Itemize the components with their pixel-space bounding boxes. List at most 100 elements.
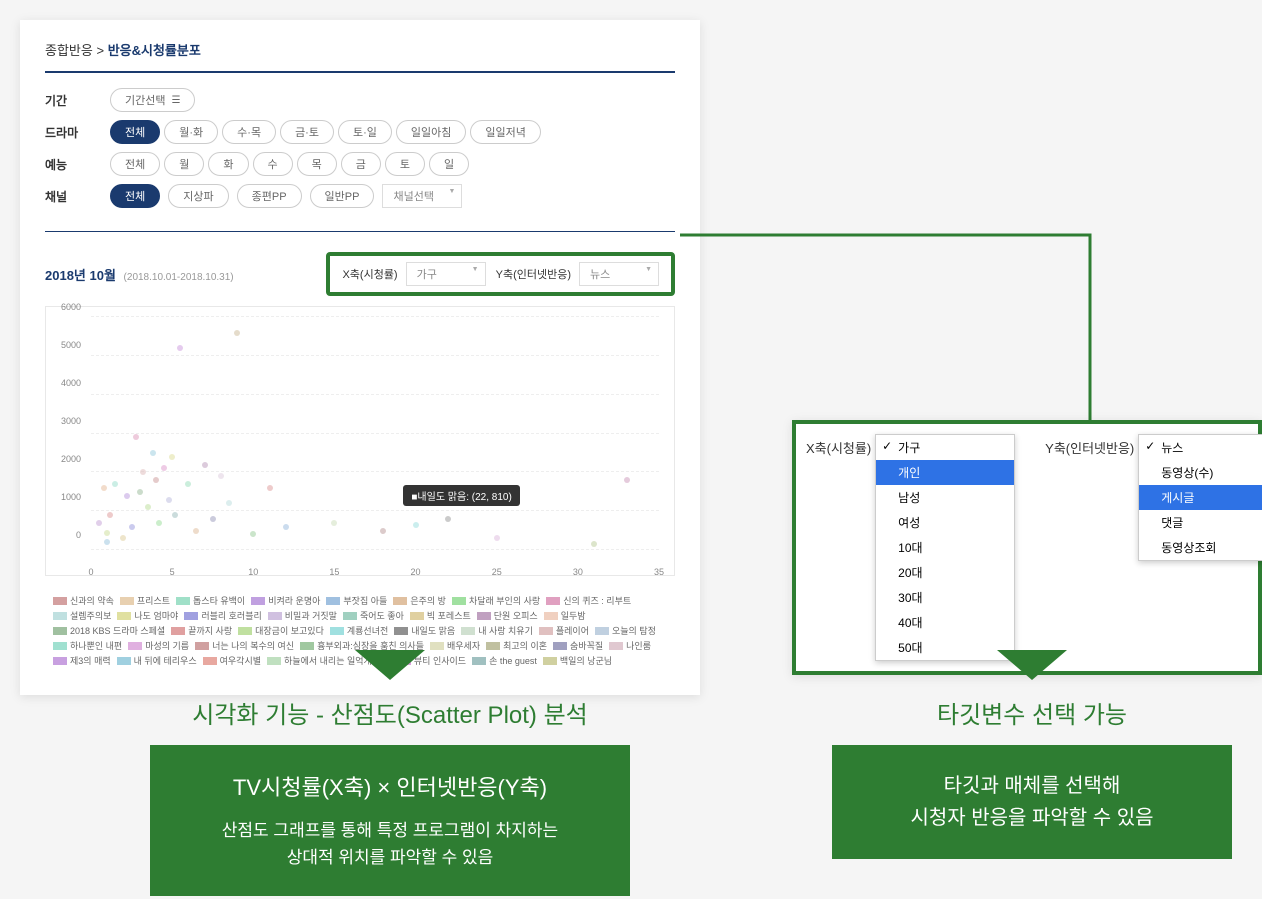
- filter-pill[interactable]: 월: [164, 152, 204, 176]
- filter-pill[interactable]: 종편PP: [237, 184, 302, 208]
- data-point[interactable]: [283, 524, 289, 530]
- filter-pill[interactable]: 일반PP: [310, 184, 375, 208]
- channel-label: 채널: [45, 188, 95, 205]
- dropdown-item[interactable]: 40대: [876, 610, 1014, 635]
- legend-item: 톱스타 유백이: [176, 594, 245, 607]
- filter-pill[interactable]: 일일저녁: [470, 120, 540, 144]
- filter-pill[interactable]: 전체: [110, 184, 160, 208]
- dropdown-item[interactable]: 30대: [876, 585, 1014, 610]
- filter-pill[interactable]: 토·일: [338, 120, 392, 144]
- legend-item: 부잣집 아들: [326, 594, 387, 607]
- dropdown-item[interactable]: 남성: [876, 485, 1014, 510]
- data-point[interactable]: [101, 485, 107, 491]
- data-point[interactable]: [234, 330, 240, 336]
- filter-pill[interactable]: 금: [341, 152, 381, 176]
- filter-pill[interactable]: 일: [429, 152, 469, 176]
- data-point[interactable]: [193, 528, 199, 534]
- data-point[interactable]: [137, 489, 143, 495]
- data-point[interactable]: [169, 454, 175, 460]
- filter-pill[interactable]: 수: [253, 152, 293, 176]
- filter-pill[interactable]: 월·화: [164, 120, 218, 144]
- legend-item: 죽어도 좋아: [343, 609, 404, 622]
- filter-pill[interactable]: 일일아침: [396, 120, 466, 144]
- data-point[interactable]: [218, 473, 224, 479]
- dropdown-expanded-panel: X축(시청률) 가구개인남성여성10대20대30대40대50대 Y축(인터넷반응…: [792, 420, 1262, 675]
- date-range: (2018.10.01-2018.10.31): [124, 272, 234, 283]
- filter-pill[interactable]: 화: [208, 152, 248, 176]
- variety-label: 예능: [45, 156, 95, 173]
- filter-pill[interactable]: 금·토: [280, 120, 334, 144]
- data-point[interactable]: [413, 522, 419, 528]
- data-point[interactable]: [107, 512, 113, 518]
- x-axis-select[interactable]: 가구: [406, 262, 486, 286]
- data-point[interactable]: [185, 481, 191, 487]
- data-point[interactable]: [166, 497, 172, 503]
- legend-item: 끝까지 사랑: [171, 624, 232, 637]
- data-point[interactable]: [250, 531, 256, 537]
- legend-item: 일두밤: [544, 609, 586, 622]
- data-point[interactable]: [202, 462, 208, 468]
- dropdown-item[interactable]: 게시글: [1139, 485, 1262, 510]
- legend-item: 내 사랑 치유기: [461, 624, 533, 637]
- legend-item: 프리스트: [120, 594, 170, 607]
- data-point[interactable]: [150, 450, 156, 456]
- filter-pill[interactable]: 목: [297, 152, 337, 176]
- data-point[interactable]: [104, 530, 110, 536]
- left-caption-box: TV시청률(X축) × 인터넷반응(Y축) 산점도 그래프를 통해 특정 프로그…: [150, 745, 630, 896]
- data-point[interactable]: [210, 516, 216, 522]
- legend-item: 대장금이 보고있다: [238, 624, 324, 637]
- dropdown-item[interactable]: 동영상(수): [1139, 460, 1262, 485]
- hamburger-icon: ☰: [171, 95, 180, 106]
- y-axis-select[interactable]: 뉴스: [579, 262, 659, 286]
- filter-pill[interactable]: 전체: [110, 152, 160, 176]
- data-point[interactable]: [331, 520, 337, 526]
- data-point[interactable]: [177, 345, 183, 351]
- data-point[interactable]: [145, 504, 151, 510]
- data-point[interactable]: [172, 512, 178, 518]
- x-dropdown-list[interactable]: 가구개인남성여성10대20대30대40대50대: [875, 434, 1015, 661]
- data-point[interactable]: [153, 477, 159, 483]
- dropdown-item[interactable]: 10대: [876, 535, 1014, 560]
- data-point[interactable]: [120, 535, 126, 541]
- right-caption-title: 타깃변수 선택 가능: [832, 695, 1232, 730]
- data-point[interactable]: [129, 524, 135, 530]
- data-point[interactable]: [133, 434, 139, 440]
- data-point[interactable]: [494, 535, 500, 541]
- dropdown-item[interactable]: 여성: [876, 510, 1014, 535]
- data-point[interactable]: [624, 477, 630, 483]
- data-point[interactable]: [380, 528, 386, 534]
- dropdown-item[interactable]: 뉴스: [1139, 435, 1262, 460]
- dropdown-item[interactable]: 댓글: [1139, 510, 1262, 535]
- data-point[interactable]: [112, 481, 118, 487]
- data-point[interactable]: [591, 541, 597, 547]
- dropdown-item[interactable]: 20대: [876, 560, 1014, 585]
- dropdown-item[interactable]: 동영상조회: [1139, 535, 1262, 560]
- legend-item: 설렘주의보: [53, 609, 111, 622]
- data-point[interactable]: [124, 493, 130, 499]
- breadcrumb: 종합반응 > 반응&시청률분포: [45, 40, 675, 73]
- data-point[interactable]: [104, 539, 110, 545]
- data-point[interactable]: [161, 465, 167, 471]
- breadcrumb-parent: 종합반응: [45, 43, 93, 58]
- period-select-button[interactable]: 기간선택 ☰: [110, 88, 195, 112]
- data-point[interactable]: [226, 500, 232, 506]
- data-point[interactable]: [140, 469, 146, 475]
- data-point[interactable]: [96, 520, 102, 526]
- legend-item: 계룡선녀전: [330, 624, 388, 637]
- filter-pill[interactable]: 토: [385, 152, 425, 176]
- dropdown-item[interactable]: 개인: [876, 460, 1014, 485]
- scatter-chart[interactable]: 0100020003000400050006000 ■내일도 맑음: (22, …: [45, 306, 675, 576]
- filter-pill[interactable]: 지상파: [168, 184, 228, 208]
- data-point[interactable]: [445, 516, 451, 522]
- y-axis-label: Y축(인터넷반응): [496, 266, 571, 282]
- data-point[interactable]: [267, 485, 273, 491]
- dropdown-item[interactable]: 가구: [876, 435, 1014, 460]
- chart-tooltip: ■내일도 맑음: (22, 810): [403, 485, 519, 506]
- channel-select[interactable]: 채널선택: [382, 184, 462, 208]
- y-dropdown-list[interactable]: 뉴스동영상(수)게시글댓글동영상조회: [1138, 434, 1262, 561]
- legend-item: 비켜라 운명아: [251, 594, 320, 607]
- data-point[interactable]: [156, 520, 162, 526]
- filter-pill[interactable]: 수·목: [222, 120, 276, 144]
- filter-pill[interactable]: 전체: [110, 120, 160, 144]
- legend-item: 비밀과 거짓말: [268, 609, 337, 622]
